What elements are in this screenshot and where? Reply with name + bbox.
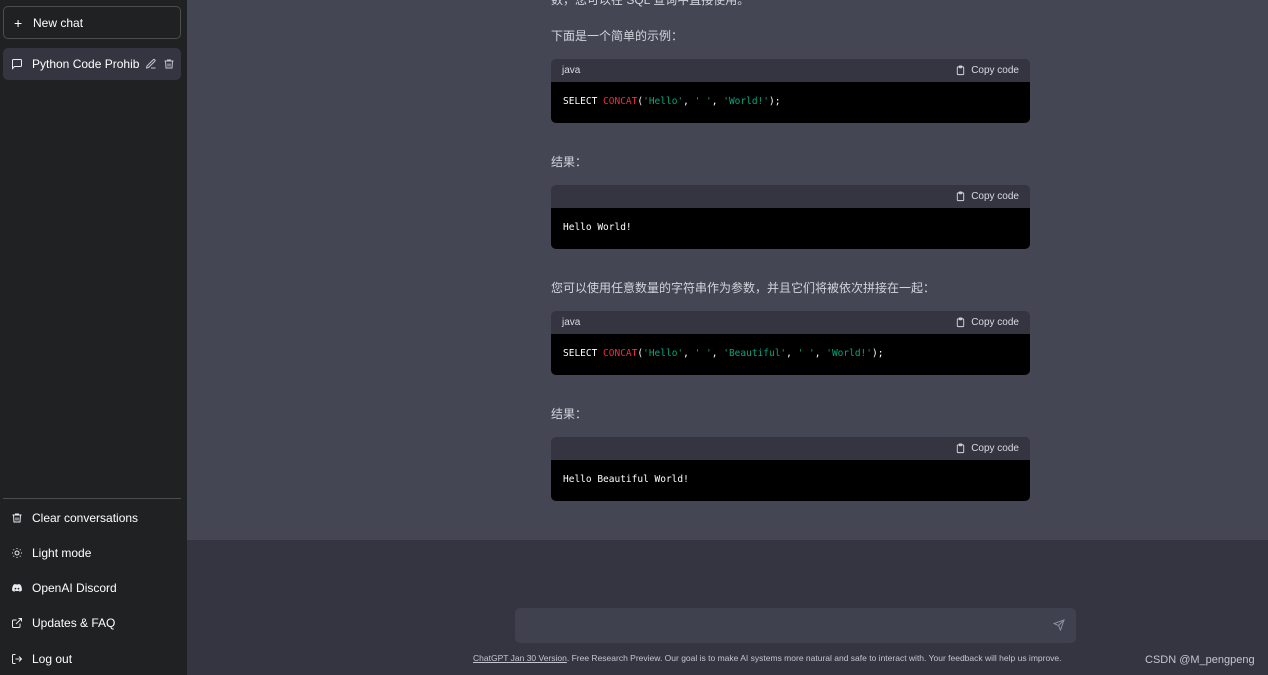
trash-icon	[12, 513, 22, 523]
copy-code-label: Copy code	[971, 443, 1019, 454]
code-language: java	[562, 65, 581, 76]
code-token: );	[872, 348, 884, 359]
delete-icon[interactable]	[163, 58, 176, 71]
code-token: ,	[711, 96, 724, 107]
copy-code-button[interactable]: Copy code	[955, 443, 1019, 454]
code-header: Copy code	[551, 185, 1030, 208]
code-token: ' '	[694, 96, 712, 107]
openai-discord-link[interactable]: OpenAI Discord	[3, 573, 181, 603]
plus-icon: +	[14, 14, 23, 31]
clear-conversations-label: Clear conversations	[32, 511, 139, 525]
code-token: ' '	[694, 348, 712, 359]
light-mode-label: Light mode	[32, 546, 92, 560]
code-token: 'World!'	[723, 96, 769, 107]
partial-top-text: 数，您可以在 SQL 查询中直接使用。	[551, 0, 750, 7]
code-token: ' '	[797, 348, 815, 359]
clipboard-icon	[957, 65, 965, 76]
sun-icon	[12, 548, 22, 558]
updates-faq-link[interactable]: Updates & FAQ	[3, 608, 181, 638]
code-content: Hello World!	[551, 208, 1030, 249]
conversation-item[interactable]: Python Code Prohibit	[3, 48, 181, 80]
sidebar: + New chat Python Code Prohibit Clear co…	[0, 0, 187, 675]
conversation-title: Python Code Prohibit	[32, 57, 140, 71]
copy-code-label: Copy code	[971, 65, 1019, 76]
assistant-message-area: 数，您可以在 SQL 查询中直接使用。 下面是一个简单的示例： java Cop…	[187, 0, 1268, 540]
result-label: 结果：	[551, 155, 588, 169]
code-token: ,	[786, 348, 798, 359]
watermark: CSDN @M_pengpeng	[1145, 654, 1255, 666]
clipboard-icon	[957, 317, 965, 328]
code-header: java Copy code	[551, 311, 1030, 334]
external-link-icon	[12, 618, 22, 628]
code-header: Copy code	[551, 437, 1030, 460]
code-token: ,	[814, 348, 827, 359]
copy-code-label: Copy code	[971, 191, 1019, 202]
sidebar-divider	[3, 498, 181, 499]
code-block: java Copy code SELECT CONCAT('Hello', ' …	[551, 59, 1030, 123]
updates-faq-label: Updates & FAQ	[32, 616, 116, 630]
clipboard-icon	[957, 443, 965, 454]
copy-code-label: Copy code	[971, 317, 1019, 328]
edit-icon[interactable]	[145, 58, 158, 71]
logout-icon	[12, 654, 23, 664]
light-mode-link[interactable]: Light mode	[3, 538, 181, 568]
version-link[interactable]: ChatGPT Jan 30 Version	[473, 653, 567, 663]
log-out-label: Log out	[32, 652, 73, 666]
code-token: ,	[683, 348, 695, 359]
code-token: );	[769, 96, 781, 107]
copy-code-button[interactable]: Copy code	[955, 317, 1019, 328]
code-header: java Copy code	[551, 59, 1030, 82]
code-token: CONCAT	[603, 348, 638, 359]
chat-bubble-icon	[12, 59, 22, 70]
code-block: Copy code Hello World!	[551, 185, 1030, 249]
code-token: 'Hello'	[643, 348, 684, 359]
code-token: 'World!'	[826, 348, 872, 359]
code-token: Hello World!	[563, 222, 632, 233]
code-content: Hello Beautiful World!	[551, 460, 1030, 501]
composer-area: ChatGPT Jan 30 Version. Free Research Pr…	[187, 540, 1268, 675]
copy-code-button[interactable]: Copy code	[955, 65, 1019, 76]
intro-example-text: 下面是一个简单的示例：	[551, 29, 684, 43]
footer-note: ChatGPT Jan 30 Version. Free Research Pr…	[473, 653, 1062, 663]
code-block: java Copy code SELECT CONCAT('Hello', ' …	[551, 311, 1030, 375]
code-token: ,	[683, 96, 695, 107]
footer-note-text: . Free Research Preview. Our goal is to …	[566, 653, 1062, 663]
openai-discord-label: OpenAI Discord	[32, 581, 117, 595]
code-token: SELECT	[563, 96, 604, 107]
code-token: CONCAT	[603, 96, 638, 107]
new-chat-label: New chat	[33, 15, 84, 30]
code-token: 'Beautiful'	[723, 348, 787, 359]
code-language: java	[562, 317, 581, 328]
log-out-link[interactable]: Log out	[3, 644, 181, 674]
code-token: ,	[711, 348, 724, 359]
code-token: 'Hello'	[643, 96, 684, 107]
code-block: Copy code Hello Beautiful World!	[551, 437, 1030, 501]
copy-code-button[interactable]: Copy code	[955, 191, 1019, 202]
clipboard-icon	[957, 191, 965, 202]
multi-args-text: 您可以使用任意数量的字符串作为参数，并且它们将被依次拼接在一起：	[551, 281, 936, 295]
clear-conversations-link[interactable]: Clear conversations	[3, 503, 181, 533]
code-content: SELECT CONCAT('Hello', ' ', 'Beautiful',…	[551, 334, 1030, 375]
send-icon[interactable]	[1053, 619, 1065, 631]
result-label: 结果：	[551, 407, 588, 421]
new-chat-button[interactable]: + New chat	[3, 6, 181, 39]
code-token: SELECT	[563, 348, 604, 359]
message-input[interactable]	[515, 608, 1076, 643]
code-token: Hello Beautiful World!	[563, 474, 689, 485]
code-content: SELECT CONCAT('Hello', ' ', 'World!');	[551, 82, 1030, 123]
discord-icon	[12, 584, 22, 592]
